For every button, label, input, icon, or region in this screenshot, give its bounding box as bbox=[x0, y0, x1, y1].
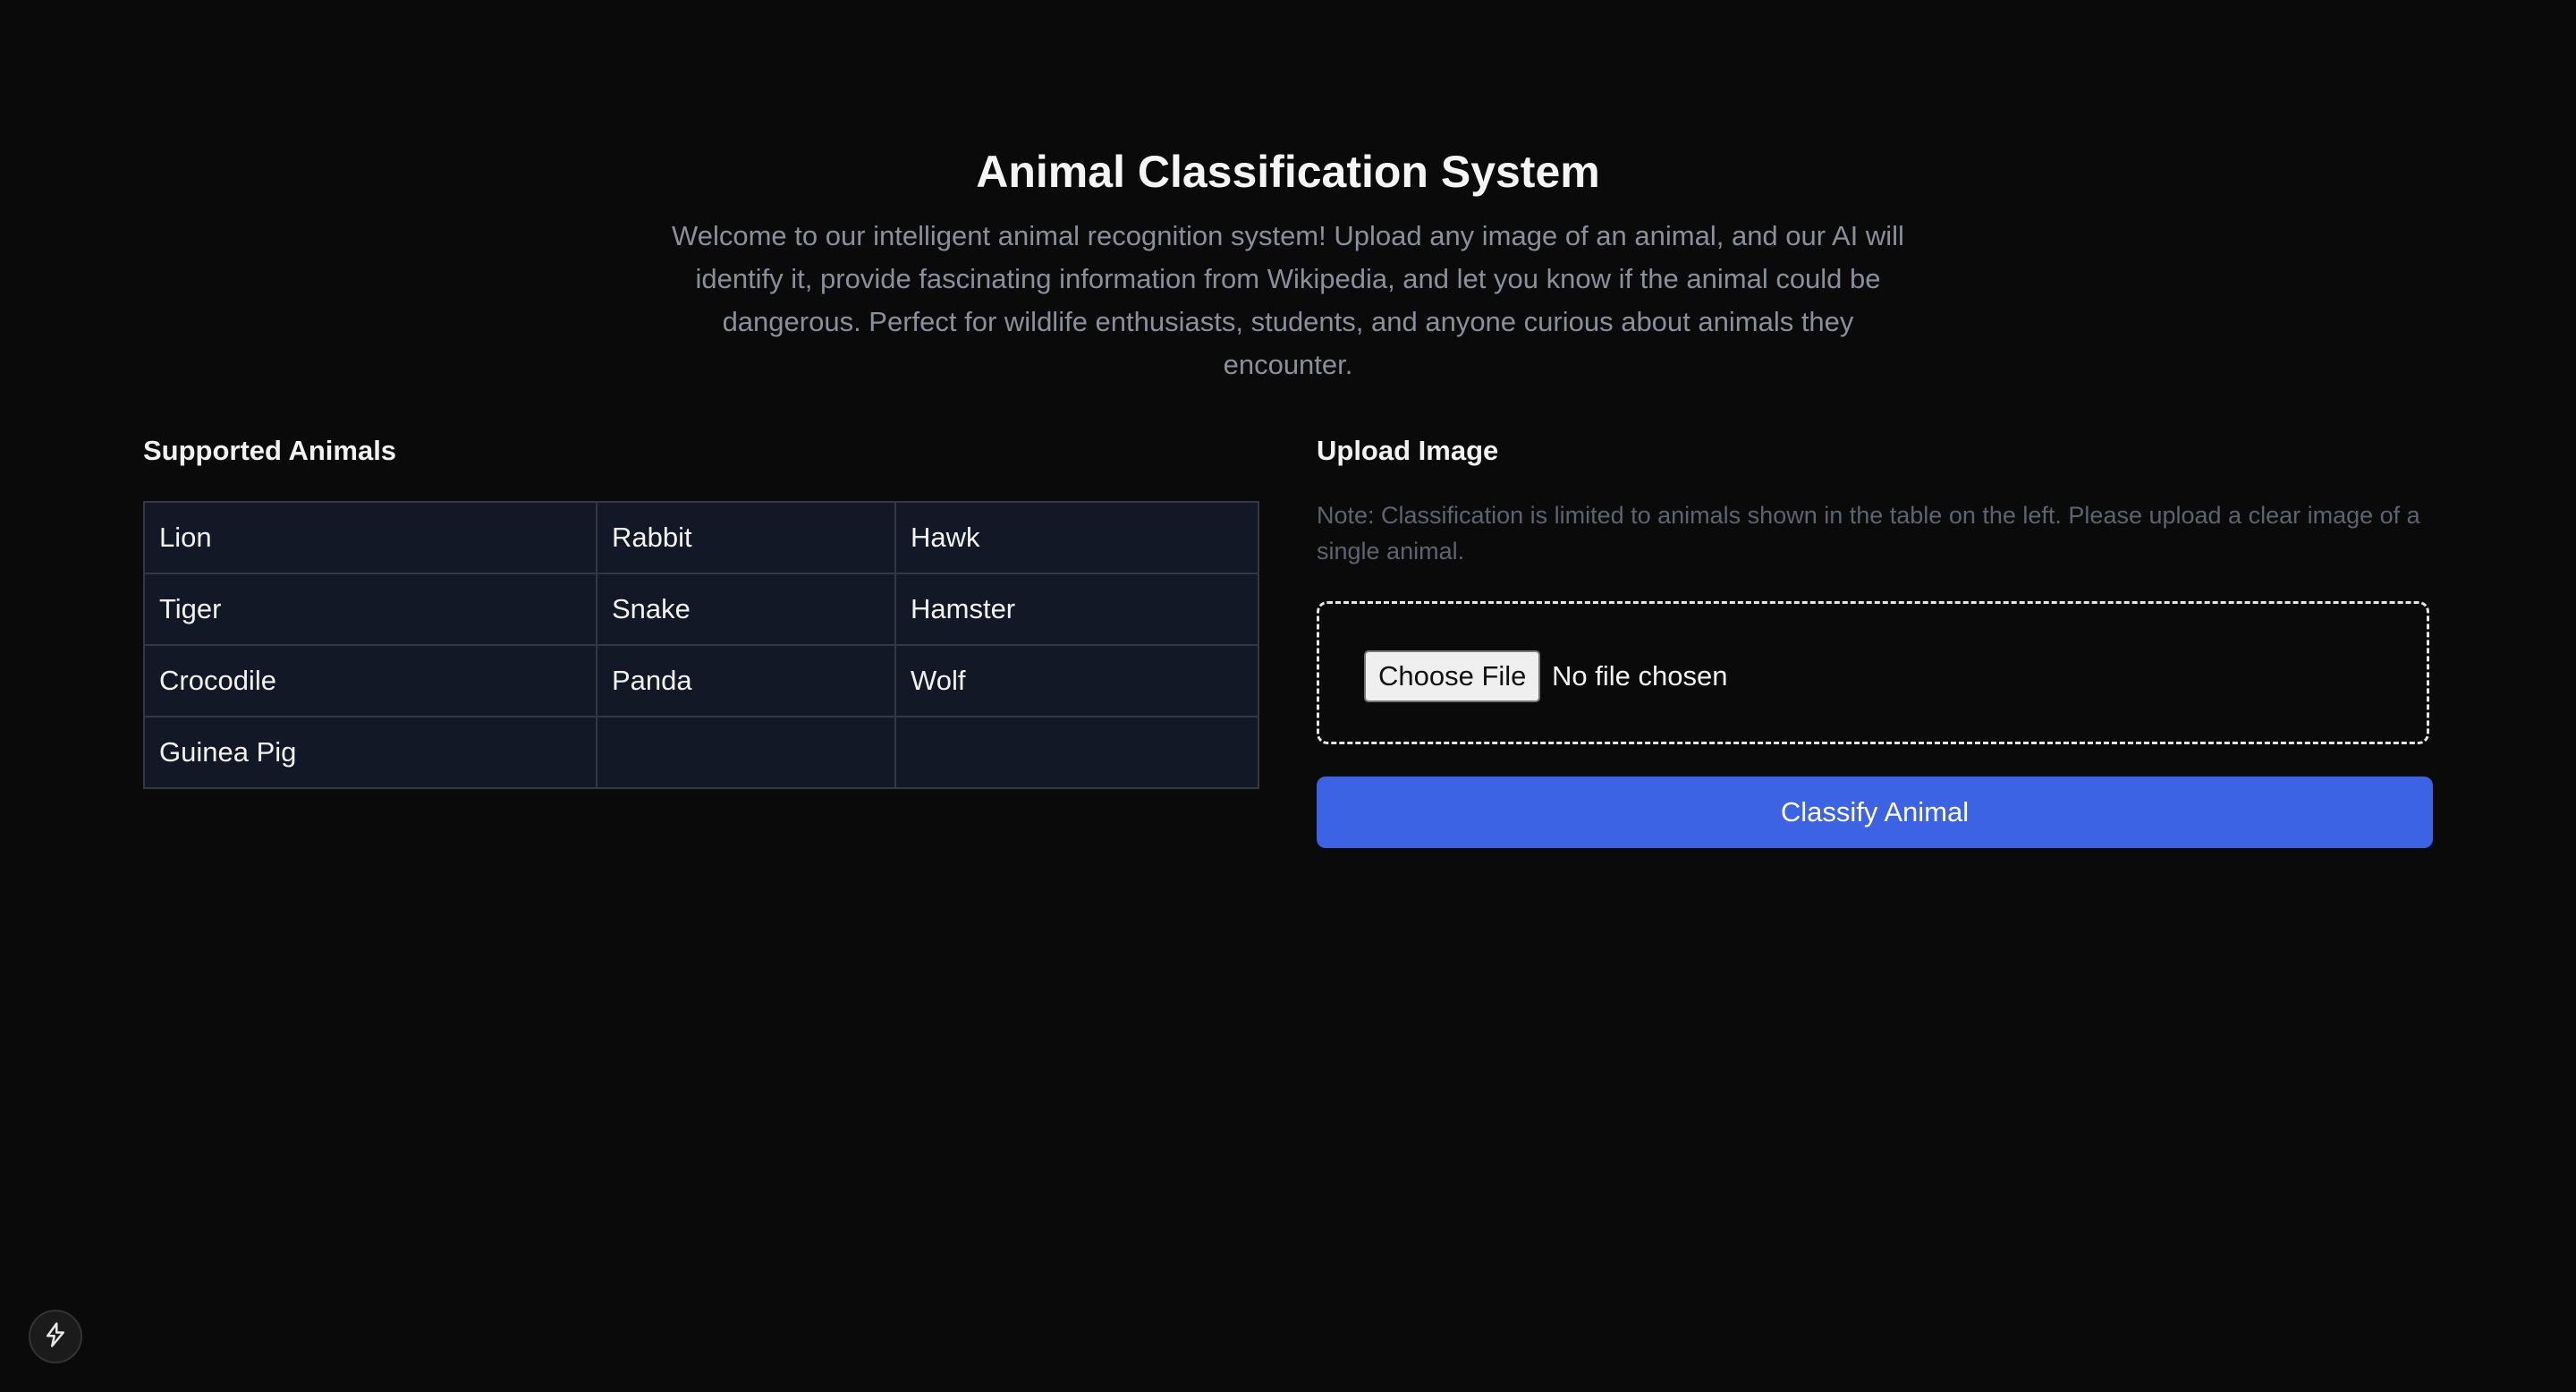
table-cell bbox=[894, 716, 1259, 789]
file-status-text: No file chosen bbox=[1552, 660, 1728, 692]
page-description: Welcome to our intelligent animal recogn… bbox=[672, 220, 1904, 380]
table-cell: Crocodile bbox=[143, 644, 597, 717]
table-cell: Lion bbox=[143, 501, 597, 574]
table-cell: Tiger bbox=[143, 573, 597, 646]
page-title: Animal Classification System bbox=[976, 147, 1600, 197]
table-cell: Rabbit bbox=[596, 501, 896, 574]
table-cell: Wolf bbox=[894, 644, 1259, 717]
upload-note: Note: Classification is limited to anima… bbox=[1317, 502, 2420, 564]
page: Animal Classification System Welcome to … bbox=[0, 0, 2576, 1392]
dev-tools-button[interactable] bbox=[29, 1310, 82, 1363]
supported-animals-table: Lion Rabbit Hawk Tiger Snake Hamster Cro… bbox=[143, 501, 1259, 789]
table-row: Lion Rabbit Hawk bbox=[143, 501, 1259, 574]
table-row: Guinea Pig bbox=[143, 716, 1259, 789]
table-cell: Hamster bbox=[894, 573, 1259, 646]
upload-image-heading: Upload Image bbox=[1317, 435, 1499, 466]
supported-animals-heading: Supported Animals bbox=[143, 435, 397, 466]
table-cell bbox=[596, 716, 896, 789]
lightning-bolt-icon bbox=[42, 1321, 69, 1353]
table-cell: Hawk bbox=[894, 501, 1259, 574]
table-row: Crocodile Panda Wolf bbox=[143, 644, 1259, 717]
choose-file-button[interactable]: Choose File bbox=[1364, 650, 1541, 702]
table-cell: Snake bbox=[596, 573, 896, 646]
table-cell: Guinea Pig bbox=[143, 716, 597, 789]
table-row: Tiger Snake Hamster bbox=[143, 573, 1259, 646]
table-cell: Panda bbox=[596, 644, 896, 717]
classify-animal-button[interactable]: Classify Animal bbox=[1317, 777, 2433, 848]
file-dropzone[interactable]: Choose File No file chosen bbox=[1317, 601, 2429, 744]
